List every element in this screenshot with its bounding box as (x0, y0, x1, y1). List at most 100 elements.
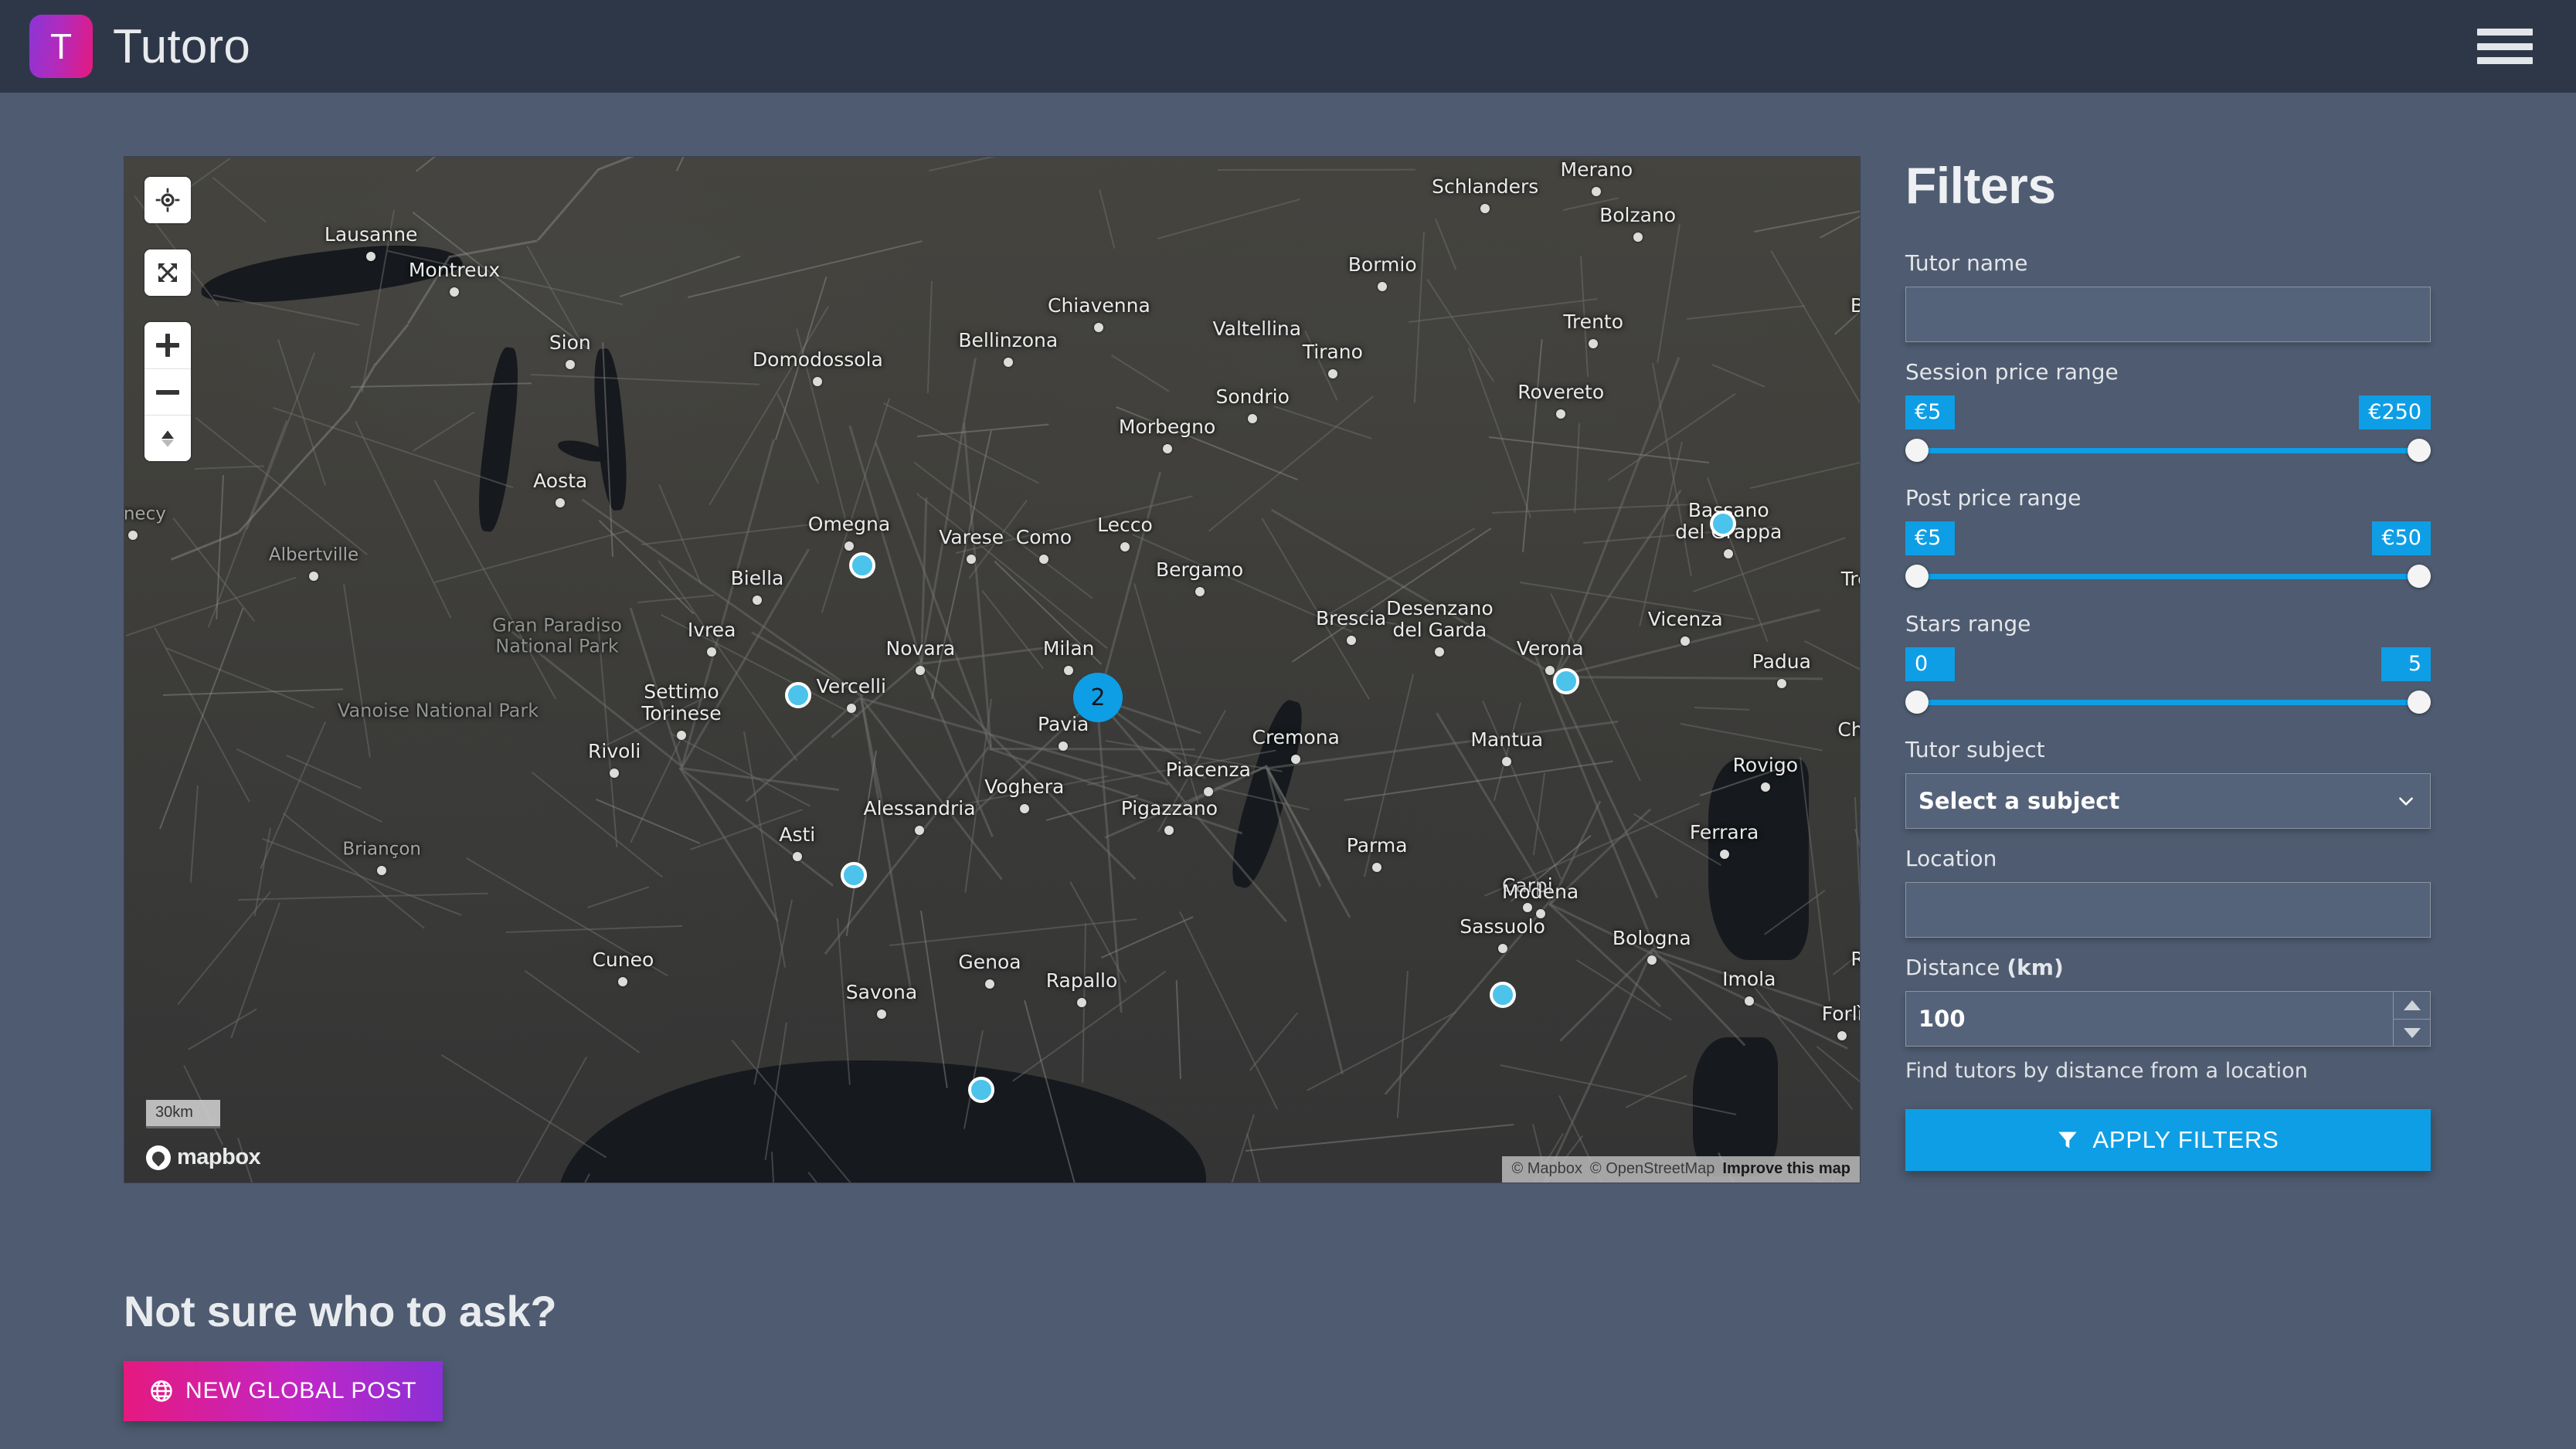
map-tutor-marker[interactable] (840, 861, 867, 888)
map-road-segment (1303, 330, 1338, 401)
session-price-values: €5 €250 (1905, 395, 2431, 429)
map-city-dot (1776, 678, 1786, 688)
map-city-dot (967, 554, 977, 564)
new-global-post-button[interactable]: NEW GLOBAL POST (124, 1361, 443, 1421)
session-price-max-handle[interactable] (2408, 439, 2431, 462)
post-price-min-badge: €5 (1905, 521, 1955, 555)
geolocate-control[interactable] (144, 177, 191, 223)
distance-stepper[interactable] (1905, 991, 2431, 1047)
map-city-label: Biella (730, 567, 784, 589)
map-city-dot (1346, 635, 1356, 645)
distance-stepper-arrows[interactable] (2393, 992, 2430, 1046)
session-price-min-badge: €5 (1905, 395, 1955, 429)
water-venice-lagoon (1708, 759, 1809, 960)
map-city-dot (1760, 782, 1770, 792)
map-cluster-marker[interactable]: 2 (1073, 673, 1123, 722)
stars-slider[interactable] (1905, 689, 2431, 715)
post-price-min-handle[interactable] (1905, 565, 1929, 588)
map-city-label: Genoa (958, 951, 1021, 973)
tutor-name-input[interactable] (1905, 287, 2431, 342)
new-global-post-label: NEW GLOBAL POST (185, 1378, 417, 1403)
map-tutor-marker[interactable] (848, 552, 875, 579)
map-road-segment (928, 157, 1048, 172)
map-border-segment (1834, 219, 1860, 335)
map-scale-bar: 30km (146, 1100, 220, 1128)
map-city-dot (813, 377, 823, 387)
map-city-label: Sondrio (1215, 385, 1290, 408)
map-road-segment (1316, 527, 1476, 623)
session-price-slider[interactable] (1905, 437, 2431, 463)
map-road-segment (126, 576, 297, 636)
map-border-segment (1291, 528, 1492, 663)
apply-filters-button[interactable]: APPLY FILTERS (1905, 1109, 2431, 1171)
apply-filters-label: APPLY FILTERS (2092, 1126, 2279, 1153)
map-city-dot (1059, 741, 1069, 751)
distance-hint: Find tutors by distance from a location (1905, 1059, 2308, 1083)
map-tutor-marker[interactable] (1553, 668, 1580, 694)
compass-button[interactable] (144, 415, 191, 461)
brand-logo-icon: T (29, 15, 93, 78)
map-tutor-marker[interactable] (1710, 510, 1737, 537)
map-road-segment (188, 1008, 258, 1051)
map-attribution: © Mapbox © OpenStreetMap Improve this ma… (1502, 1156, 1860, 1183)
map-city-label: Annecy (124, 504, 166, 524)
map-road-segment (1246, 1133, 1267, 1183)
map-road-segment (1426, 279, 1494, 382)
map-road-segment (412, 412, 475, 453)
map-city-dot (1837, 1031, 1847, 1041)
map-road-segment (1249, 1012, 1299, 1071)
map-road-segment (1657, 224, 1681, 364)
map-road-segment (1435, 218, 1457, 270)
map-border-segment (416, 157, 583, 172)
map-city-dot (915, 826, 924, 836)
map-road-segment (1268, 720, 1619, 769)
fullscreen-control[interactable] (144, 249, 191, 296)
distance-decrement-button[interactable] (2394, 1019, 2430, 1046)
distance-increment-button[interactable] (2394, 992, 2430, 1019)
map-road-segment (1493, 702, 1521, 802)
map-tutor-marker[interactable] (785, 682, 812, 709)
zoom-control-group[interactable] (144, 322, 191, 461)
fullscreen-button[interactable] (144, 249, 191, 296)
map-road-segment (1363, 674, 1415, 877)
hamburger-menu-icon[interactable] (2477, 24, 2533, 69)
map-border-segment (1488, 436, 1709, 463)
post-price-max-handle[interactable] (2408, 565, 2431, 588)
location-input[interactable] (1905, 882, 2431, 938)
mapbox-logo[interactable]: mapbox (146, 1145, 261, 1170)
stars-min-handle[interactable] (1905, 691, 1929, 714)
map-container[interactable]: LausanneMontreuxSionAnnecyAlbertvilleAos… (124, 156, 1861, 1183)
map-city-dot (1633, 232, 1643, 242)
stars-max-handle[interactable] (2408, 691, 2431, 714)
geolocate-icon (155, 188, 180, 212)
geolocate-button[interactable] (144, 177, 191, 223)
distance-input[interactable] (1906, 992, 2393, 1046)
map-road-segment (260, 721, 327, 870)
map-city-label: Desenzano del Garda (1386, 597, 1494, 642)
map-city-dot (1502, 756, 1512, 766)
zoom-in-button[interactable] (144, 322, 191, 368)
session-price-max-badge: €250 (2359, 395, 2431, 429)
map-canvas[interactable]: LausanneMontreuxSionAnnecyAlbertvilleAos… (124, 157, 1860, 1183)
filters-panel: Filters Tutor name Session price range €… (1905, 156, 2446, 1171)
map-road-segment (1573, 423, 1580, 513)
tutor-subject-select[interactable]: Select a subject (1905, 773, 2431, 829)
map-tutor-marker[interactable] (1489, 982, 1516, 1008)
session-price-label: Session price range (1905, 359, 2119, 385)
attribution-improve-link[interactable]: Improve this map (1722, 1160, 1850, 1178)
caret-up-icon (2403, 1000, 2421, 1010)
attribution-mapbox[interactable]: © Mapbox (1511, 1160, 1582, 1178)
map-road-segment (1208, 395, 1375, 533)
zoom-out-button[interactable] (144, 368, 191, 415)
map-road-segment (926, 281, 933, 393)
brand[interactable]: T Tutoro (29, 15, 250, 78)
map-road-segment (531, 772, 664, 878)
post-price-slider[interactable] (1905, 563, 2431, 589)
map-city-dot (677, 731, 686, 740)
attribution-osm[interactable]: © OpenStreetMap (1590, 1160, 1715, 1178)
chevron-down-icon (2399, 797, 2413, 806)
map-road-segment (526, 246, 584, 347)
caret-down-icon (2403, 1027, 2421, 1038)
session-price-min-handle[interactable] (1905, 439, 1929, 462)
map-tutor-marker[interactable] (967, 1077, 994, 1104)
